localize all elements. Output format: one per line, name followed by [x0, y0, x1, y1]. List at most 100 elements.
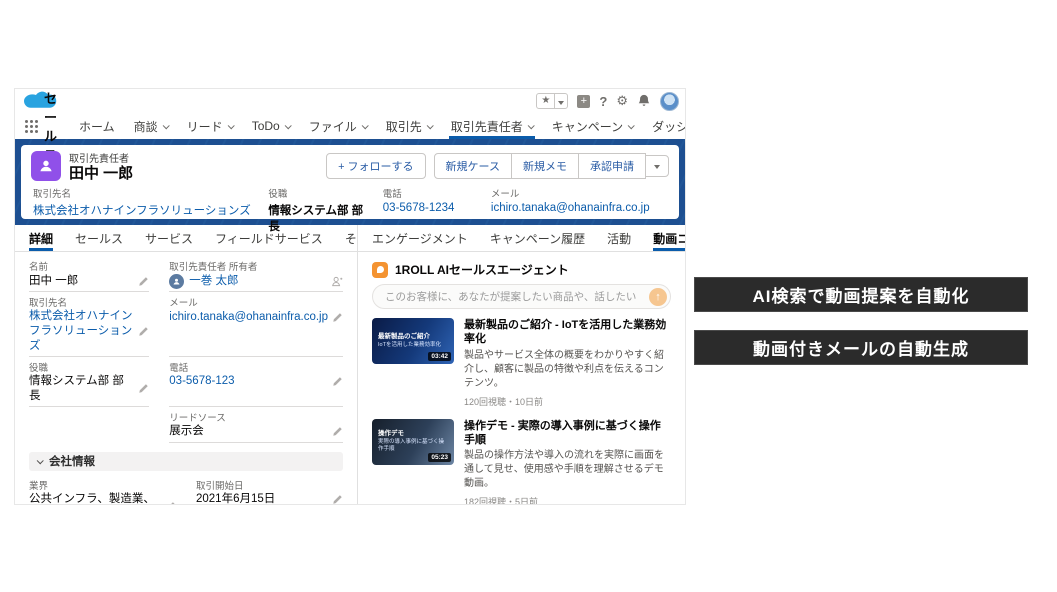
- global-actions-plus-icon[interactable]: +: [577, 95, 590, 108]
- owner-avatar-icon: [169, 274, 184, 289]
- chevron-down-icon: [227, 122, 234, 129]
- ai-prompt-input[interactable]: [372, 284, 671, 309]
- account-name-link[interactable]: 株式会社オハナインフラソリューションズ: [29, 309, 134, 354]
- notifications-bell-icon[interactable]: [637, 94, 651, 108]
- nav-item-opportunities[interactable]: 商談: [132, 113, 170, 139]
- send-icon[interactable]: ↑: [649, 288, 667, 306]
- video-item[interactable]: 最新製品のご紹介 IoTを活用した業務効率化 03:42 最新製品のご紹介 - …: [372, 318, 671, 408]
- start-date-value: 2021年6月15日: [196, 492, 328, 505]
- favorites-button[interactable]: ★: [536, 93, 568, 109]
- nav-item-tasks[interactable]: ToDo: [250, 113, 292, 139]
- tab-details[interactable]: 詳細: [29, 225, 53, 251]
- nav-item-files[interactable]: ファイル: [307, 113, 369, 139]
- highlight-label: 役職: [268, 186, 372, 200]
- edit-account-icon[interactable]: [138, 326, 149, 337]
- duration-badge: 03:42: [428, 352, 451, 361]
- edit-name-icon[interactable]: [138, 276, 149, 287]
- chevron-down-icon: [162, 122, 169, 129]
- record-actions: + フォローする 新規ケース 新規メモ 承認申請: [326, 153, 669, 179]
- app-name[interactable]: セールス: [44, 113, 57, 139]
- highlight-label: メール: [491, 186, 659, 200]
- new-memo-button[interactable]: 新規メモ: [511, 153, 579, 179]
- edit-email-icon[interactable]: [332, 312, 343, 323]
- side-panel-tabset: エンゲージメント キャンペーン履歴 活動 動画コンテンツ: [358, 225, 685, 252]
- video-meta: 120回視聴・10日前: [464, 395, 671, 408]
- nav-item-campaigns[interactable]: キャンペーン: [550, 113, 635, 139]
- change-owner-icon[interactable]: [332, 276, 343, 287]
- salesforce-app-window: ★ + ? ⚙ セールス ホーム 商談 リード ToDo ファイル 取引先 取引: [14, 88, 686, 505]
- record-name: 田中 一郎: [69, 165, 133, 182]
- owner-link[interactable]: 一巻 太郎: [189, 274, 328, 289]
- detail-form: 名前 田中 一郎 取引先責任者 所有者 一巻 太郎: [15, 252, 357, 443]
- star-icon[interactable]: ★: [537, 94, 555, 108]
- company-info-form: 業界 公共インフラ、製造業、通信事業者 取引開始日 2021年6月15日: [15, 471, 357, 505]
- video-thumbnail[interactable]: 最新製品のご紹介 IoTを活用した業務効率化 03:42: [372, 318, 454, 364]
- video-title[interactable]: 最新製品のご紹介 - IoTを活用した業務効率化: [464, 318, 671, 347]
- setup-gear-icon[interactable]: ⚙: [616, 93, 628, 109]
- contact-object-icon: [31, 151, 61, 181]
- edit-phone-icon[interactable]: [332, 376, 343, 387]
- account-name-link[interactable]: 株式会社オハナインフラソリューションズ: [33, 202, 258, 218]
- follow-button[interactable]: + フォローする: [326, 153, 425, 179]
- new-case-button[interactable]: 新規ケース: [434, 153, 512, 179]
- chevron-down-icon: [426, 122, 433, 129]
- app-navigation-bar: セールス ホーム 商談 リード ToDo ファイル 取引先 取引先責任者 キャン…: [15, 113, 685, 139]
- ai-agent-icon: [372, 262, 388, 278]
- video-item[interactable]: 操作デモ 実際の導入事例に基づく操作手順 05:23 操作デモ - 実際の導入事…: [372, 419, 671, 505]
- page-canvas: ★ + ? ⚙ セールス ホーム 商談 リード ToDo ファイル 取引先 取引: [0, 0, 1057, 592]
- industry-value: 公共インフラ、製造業、通信事業者: [29, 492, 161, 505]
- tab-field-service[interactable]: フィールドサービス: [215, 225, 323, 251]
- phone-link[interactable]: 03-5678-123: [169, 374, 328, 389]
- chevron-down-icon: [37, 457, 44, 464]
- section-company-info[interactable]: 会社情報: [29, 452, 343, 471]
- tab-video-content[interactable]: 動画コンテンツ: [653, 225, 685, 251]
- email-link[interactable]: ichiro.tanaka@ohanainfra.co.jp: [491, 202, 659, 214]
- annotation-banner-video-mail: 動画付きメールの自動生成: [694, 330, 1028, 365]
- detail-tabset: 詳細 セールス サービス フィールドサービス その他: [15, 225, 357, 252]
- approval-request-button[interactable]: 承認申請: [578, 153, 646, 179]
- side-panel: エンゲージメント キャンペーン履歴 活動 動画コンテンツ 1ROLL AIセール…: [358, 225, 685, 505]
- ai-agent-header: 1ROLL AIセールスエージェント: [358, 252, 685, 283]
- video-meta: 182回視聴・5日前: [464, 495, 671, 505]
- ai-agent-prompt: ↑: [372, 284, 671, 309]
- nav-item-home[interactable]: ホーム: [77, 113, 117, 139]
- duration-badge: 05:23: [428, 453, 451, 462]
- edit-start-date-icon[interactable]: [332, 494, 343, 505]
- nav-item-dashboards[interactable]: ダッシュボード: [650, 113, 686, 139]
- field-account: 取引先名 株式会社オハナインフラソリューションズ: [29, 292, 149, 357]
- tab-engagement[interactable]: エンゲージメント: [372, 225, 468, 251]
- favorites-caret-icon[interactable]: [555, 92, 567, 110]
- field-phone: 電話 03-5678-123: [169, 357, 343, 407]
- edit-industry-icon[interactable]: [165, 501, 176, 505]
- utility-bar: ★ + ? ⚙: [15, 89, 685, 113]
- field-industry: 業界 公共インフラ、製造業、通信事業者: [29, 475, 176, 505]
- tab-campaign-history[interactable]: キャンペーン履歴: [490, 225, 585, 251]
- user-avatar[interactable]: [660, 92, 679, 111]
- annotation-banner-ai-search: AI検索で動画提案を自動化: [694, 277, 1028, 312]
- video-title[interactable]: 操作デモ - 実際の導入事例に基づく操作手順: [464, 419, 671, 448]
- edit-title-icon[interactable]: [138, 383, 149, 394]
- tab-other[interactable]: その他: [345, 225, 358, 251]
- nav-item-leads[interactable]: リード: [185, 113, 235, 139]
- app-launcher-icon[interactable]: [23, 113, 44, 139]
- edit-lead-source-icon[interactable]: [332, 426, 343, 437]
- more-actions-dropdown-button[interactable]: [645, 155, 669, 177]
- field-title: 役職 情報システム部 部長: [29, 357, 149, 407]
- tab-service[interactable]: サービス: [145, 225, 193, 251]
- video-thumbnail[interactable]: 操作デモ 実際の導入事例に基づく操作手順 05:23: [372, 419, 454, 465]
- highlight-label: 電話: [383, 186, 481, 200]
- field-empty: [29, 407, 149, 443]
- phone-link[interactable]: 03-5678-1234: [383, 202, 481, 214]
- help-icon[interactable]: ?: [599, 94, 607, 109]
- email-link[interactable]: ichiro.tanaka@ohanainfra.co.jp: [169, 310, 328, 325]
- nav-item-accounts[interactable]: 取引先: [384, 113, 434, 139]
- field-name: 名前 田中 一郎: [29, 256, 149, 292]
- video-list: 最新製品のご紹介 IoTを活用した業務効率化 03:42 最新製品のご紹介 - …: [358, 318, 685, 505]
- field-owner: 取引先責任者 所有者 一巻 太郎: [169, 256, 343, 292]
- chevron-down-icon: [628, 122, 635, 129]
- tab-activity[interactable]: 活動: [607, 225, 631, 251]
- nav-item-contacts[interactable]: 取引先責任者: [449, 113, 535, 139]
- lead-source-value: 展示会: [169, 424, 328, 439]
- video-description: 製品の操作方法や導入の流れを実際に画面を通して見せ、使用感や手順を理解させるデモ…: [464, 449, 671, 491]
- tab-sales[interactable]: セールス: [75, 225, 123, 251]
